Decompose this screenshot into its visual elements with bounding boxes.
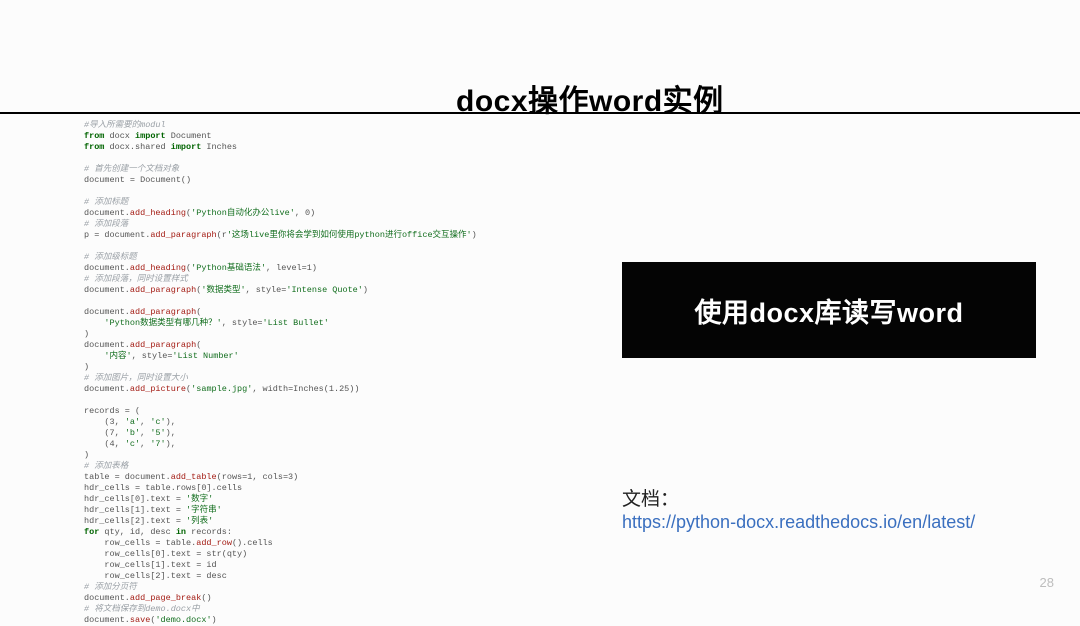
callout-text: 使用docx库读写word [694, 291, 963, 330]
doc-link[interactable]: https://python-docx.readthedocs.io/en/la… [622, 512, 975, 533]
page-number: 28 [1040, 575, 1054, 590]
callout-box: 使用docx库读写word [622, 262, 1036, 358]
doc-label: 文档： [622, 484, 679, 511]
slide-title: docx操作word实例 [456, 76, 724, 120]
code-block: #导入所需要的modul from docx import Document f… [84, 120, 564, 626]
